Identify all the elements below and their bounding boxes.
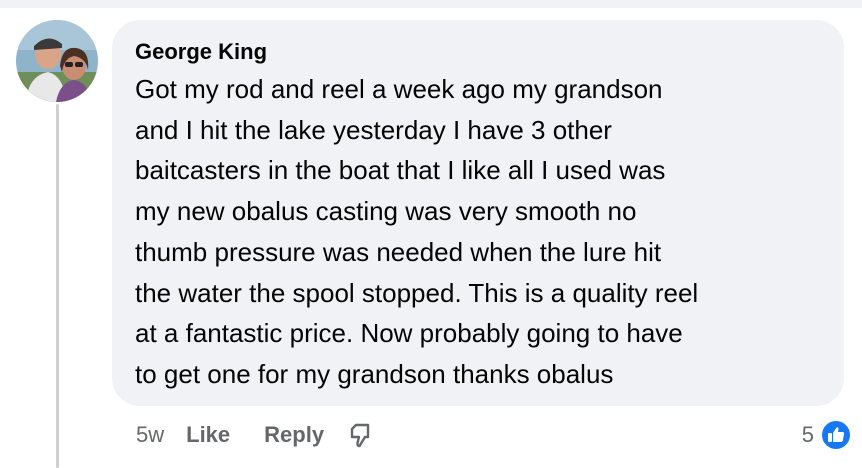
- comment-line: thumb pressure was needed when the lure …: [135, 236, 662, 267]
- reply-button[interactable]: Reply: [264, 422, 324, 448]
- comment-line: my new obalus casting was very smooth no: [135, 196, 637, 227]
- dislike-icon[interactable]: [346, 420, 376, 450]
- comment-text: Got my rod and reel a week ago my grands…: [135, 69, 820, 395]
- comment-line: Got my rod and reel a week ago my grands…: [135, 74, 663, 104]
- like-button[interactable]: Like: [186, 422, 230, 448]
- profile-photo: [16, 20, 98, 102]
- comment-bubble: George King Got my rod and reel a week a…: [112, 20, 844, 406]
- timestamp[interactable]: 5w: [136, 422, 164, 448]
- comment-actions: 5w Like Reply: [136, 418, 376, 452]
- avatar[interactable]: [16, 20, 98, 102]
- reaction-count: 5: [801, 422, 814, 447]
- comment-line: the water the spool stopped. This is a q…: [135, 277, 699, 308]
- comment-line: at a fantastic price. Now probably going…: [135, 318, 683, 349]
- thread-line: [56, 104, 59, 468]
- reaction-summary[interactable]: 5: [802, 418, 852, 452]
- top-divider: [0, 0, 862, 8]
- comment-line: baitcasters in the boat that I like all …: [135, 155, 666, 186]
- comment-line: and I hit the lake yesterday I have 3 ot…: [135, 114, 612, 145]
- comment-line: to get one for my grandson thanks obalus: [135, 358, 614, 389]
- like-reaction-icon: [820, 419, 852, 451]
- author-name[interactable]: George King: [135, 39, 820, 65]
